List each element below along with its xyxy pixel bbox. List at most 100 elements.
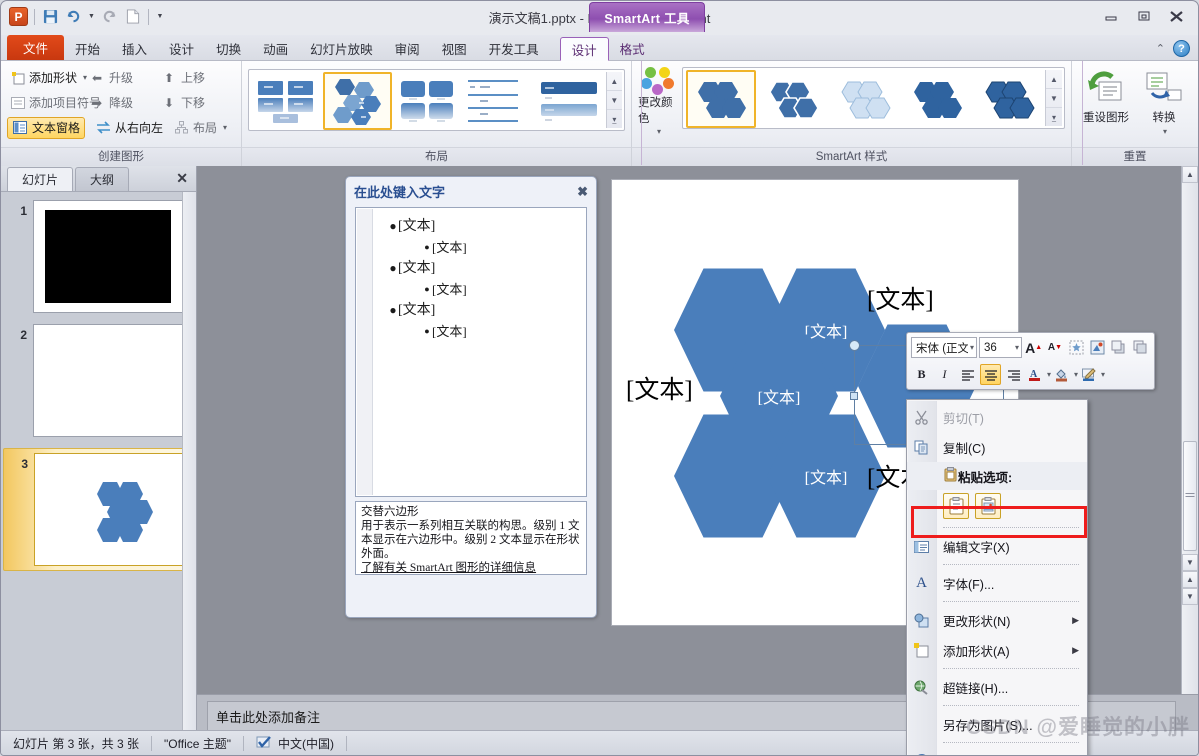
next-slide-icon[interactable]: ▼ xyxy=(1182,588,1198,605)
layout-more-icon[interactable]: ▾̲ xyxy=(606,109,622,128)
tab-smartart-design[interactable]: 设计 xyxy=(559,37,609,61)
reset-graphic-button[interactable]: 重设图形 xyxy=(1078,67,1134,147)
text-pane-item-3[interactable]: ● [文本] xyxy=(388,258,580,279)
context-menu-item-font[interactable]: A 字体(F)... xyxy=(907,568,1087,598)
context-menu-item-copy[interactable]: 复制(C) xyxy=(907,432,1087,462)
chevron-down-icon-layout[interactable]: ▾ xyxy=(223,123,227,132)
layout-scroll-up-icon[interactable]: ▲ xyxy=(607,72,622,90)
text-pane-item-1[interactable]: ● [文本] xyxy=(388,216,580,237)
tab-outline[interactable]: 大纲 xyxy=(75,167,130,191)
close-button[interactable] xyxy=(1161,6,1192,26)
bold-button[interactable]: B xyxy=(911,364,932,385)
move-down-button[interactable]: ⬇ 下移 xyxy=(157,92,229,114)
align-left-button[interactable] xyxy=(957,364,978,385)
style-item-simple-fill[interactable] xyxy=(686,70,756,128)
status-language-cell[interactable]: 中文(中国) xyxy=(244,734,346,752)
style-item-subtle-effect[interactable] xyxy=(830,70,900,128)
layout-item-lined-list[interactable] xyxy=(465,72,534,130)
context-menu-item-cut[interactable]: 剪切(T) xyxy=(907,402,1087,432)
style-scroll-down-icon[interactable]: ▼ xyxy=(1046,88,1062,107)
font-size-combo[interactable]: 36 ▾ xyxy=(979,337,1022,358)
tab-slideshow[interactable]: 幻灯片放映 xyxy=(299,36,384,60)
slide-pane-scrollbar[interactable] xyxy=(182,192,196,736)
tab-developer[interactable]: 开发工具 xyxy=(478,36,550,60)
format-painter-icon[interactable] xyxy=(1088,337,1107,358)
chevron-down-icon-colors[interactable]: ▾ xyxy=(657,127,661,136)
tab-transitions[interactable]: 切换 xyxy=(205,36,252,60)
scroll-down-icon[interactable]: ▼ xyxy=(1182,554,1198,571)
tab-animations[interactable]: 动画 xyxy=(252,36,299,60)
tab-home[interactable]: 开始 xyxy=(64,36,111,60)
outside-label-2[interactable]: [文本] xyxy=(626,370,693,406)
scroll-up-icon[interactable]: ▲ xyxy=(1182,166,1198,183)
rtl-button[interactable]: 从右向左 xyxy=(91,117,171,139)
help-icon[interactable]: ? xyxy=(1173,40,1190,57)
context-menu-item-hyperlink[interactable]: 超链接(H)... xyxy=(907,672,1087,702)
grow-font-icon[interactable]: A ▲ xyxy=(1024,337,1043,358)
align-right-button[interactable] xyxy=(1003,364,1024,385)
bring-forward-icon[interactable] xyxy=(1109,337,1128,358)
style-item-white-outline[interactable] xyxy=(758,70,828,128)
style-item-moderate-effect[interactable] xyxy=(902,70,972,128)
slide-thumbnail-3[interactable]: 3 xyxy=(3,448,189,571)
demote-button[interactable]: ➡ 降级 xyxy=(85,92,157,114)
text-pane-item-6[interactable]: ● [文本] xyxy=(422,321,580,342)
style-scroll-up-icon[interactable]: ▲ xyxy=(1046,70,1062,88)
chevron-down-icon-outline[interactable]: ▾ xyxy=(1101,370,1105,379)
promote-button[interactable]: ⬅ 升级 xyxy=(85,67,157,89)
move-up-button[interactable]: ⬆ 上移 xyxy=(157,67,229,89)
minimize-button[interactable] xyxy=(1095,6,1126,26)
tab-file[interactable]: 文件 xyxy=(7,35,65,60)
text-pane-item-5[interactable]: ● [文本] xyxy=(388,300,580,321)
layout-item-basic-block-list[interactable] xyxy=(252,72,321,130)
description-link[interactable]: 了解有关 SmartArt 图形的详细信息 xyxy=(361,561,581,575)
italic-button[interactable]: I xyxy=(934,364,955,385)
tab-smartart-format[interactable]: 格式 xyxy=(609,36,656,60)
text-pane-close-icon[interactable]: ✖ xyxy=(577,184,588,200)
slide-thumbnail-1[interactable]: 1 xyxy=(1,200,196,313)
outside-label-1[interactable]: [文本] xyxy=(867,280,934,316)
slide-preview-1[interactable] xyxy=(33,200,183,313)
tab-slides[interactable]: 幻灯片 xyxy=(7,167,74,191)
layout-gallery-scrollbar[interactable]: ▲ ▼ ▾̲ xyxy=(605,72,622,128)
chevron-down-icon-convert[interactable]: ▾ xyxy=(1163,127,1167,136)
status-slide-info[interactable]: 幻灯片 第 3 张，共 3 张 xyxy=(1,734,151,752)
font-name-combo[interactable]: 宋体 (正文 ▾ xyxy=(911,337,977,358)
rotate-handle[interactable] xyxy=(849,340,860,351)
animation-painter-icon[interactable] xyxy=(1067,337,1086,358)
scroll-thumb[interactable] xyxy=(1183,441,1197,551)
layout-scroll-down-icon[interactable]: ▼ xyxy=(606,90,622,109)
smartart-text-pane[interactable]: 在此处键入文字 ✖ ● [文本] ● [文本] ● [文本] ● [文本] ● [文本] … xyxy=(345,176,597,618)
layout-item-basic-matrix[interactable] xyxy=(394,72,463,130)
style-more-icon[interactable]: ▾̲ xyxy=(1046,107,1062,126)
context-menu-item-edit-text[interactable]: 编辑文字(X) xyxy=(907,531,1087,561)
send-backward-icon[interactable] xyxy=(1131,337,1150,358)
tab-view[interactable]: 视图 xyxy=(431,36,478,60)
slide-thumbnail-2[interactable]: 2 xyxy=(1,324,196,437)
context-menu-item-change-shape[interactable]: 更改形状(N) ▶ xyxy=(907,605,1087,635)
chevron-down-icon-fontcolor[interactable]: ▾ xyxy=(1047,370,1051,379)
minimize-ribbon-icon[interactable]: ⌃ xyxy=(1156,42,1165,55)
chevron-down-icon-fill[interactable]: ▾ xyxy=(1074,370,1078,379)
add-bullet-button[interactable]: 添加项目符号 xyxy=(7,92,101,114)
style-gallery-scrollbar[interactable]: ▲ ▼ ▾̲ xyxy=(1045,70,1062,126)
text-pane-list[interactable]: ● [文本] ● [文本] ● [文本] ● [文本] ● [文本] ● [文本] xyxy=(355,207,587,497)
slide-area-scrollbar[interactable]: ▲ ▼ ▲ ▼ xyxy=(1181,166,1198,736)
tab-review[interactable]: 审阅 xyxy=(384,36,431,60)
close-pane-icon[interactable]: ✕ xyxy=(176,170,188,187)
context-menu-item-add-shape[interactable]: 添加形状(A) ▶ xyxy=(907,635,1087,665)
paste-keep-formatting-icon[interactable] xyxy=(943,493,969,519)
layout-button[interactable]: 布局 ▾ xyxy=(171,117,231,139)
convert-button[interactable]: 转换 ▾ xyxy=(1136,67,1192,147)
text-pane-button[interactable]: 文本窗格 xyxy=(7,116,85,139)
status-theme[interactable]: "Office 主题" xyxy=(152,734,243,752)
slide-preview-3[interactable] xyxy=(34,453,184,566)
shape-fill-button[interactable] xyxy=(1053,364,1070,385)
selection-handle-left[interactable] xyxy=(850,392,858,400)
context-menu-item-save-as-picture[interactable]: 另存为图片(S)... xyxy=(907,709,1087,739)
align-center-button[interactable] xyxy=(980,364,1001,385)
chevron-down-icon-font[interactable]: ▾ xyxy=(970,343,974,352)
text-pane-item-4[interactable]: ● [文本] xyxy=(422,279,580,300)
text-pane-item-2[interactable]: ● [文本] xyxy=(422,237,580,258)
restore-button[interactable] xyxy=(1128,6,1159,26)
